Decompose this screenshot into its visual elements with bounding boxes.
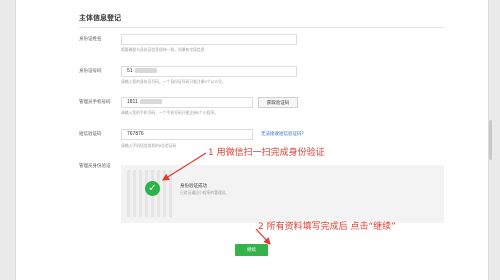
continue-button[interactable]: 继续 [235,244,268,256]
arrow-to-continue [255,228,271,245]
annotation-arrows [161,152,271,245]
scrollbar[interactable] [489,120,492,160]
arrow-to-verification [161,152,207,181]
